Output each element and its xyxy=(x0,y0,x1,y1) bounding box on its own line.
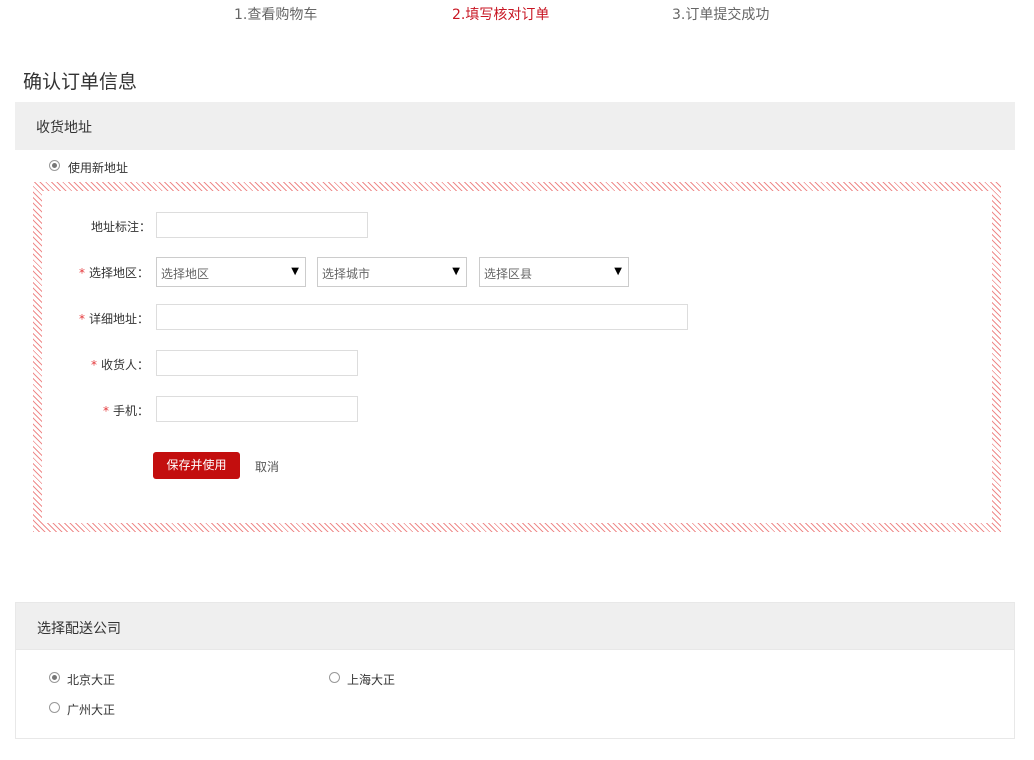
phone-input[interactable] xyxy=(156,396,358,422)
shipping-label-beijing[interactable]: 北京大正 xyxy=(67,671,115,688)
checkout-steps: 1.查看购物车 2.填写核对订单 3.订单提交成功 xyxy=(0,4,1034,23)
shipping-label-guangzhou[interactable]: 广州大正 xyxy=(67,701,115,718)
page-title: 确认订单信息 xyxy=(23,71,138,93)
alias-label: 地址标注： xyxy=(91,220,152,234)
cancel-link[interactable]: 取消 xyxy=(255,458,279,475)
chevron-down-icon: ▼ xyxy=(452,266,460,277)
required-mark: * xyxy=(103,404,109,418)
district-select-value: 选择区县 xyxy=(484,267,533,281)
province-select-value: 选择地区 xyxy=(161,267,210,281)
address-section-header: 收货地址 xyxy=(15,102,1015,150)
city-select[interactable]: 选择城市 ▼ xyxy=(317,257,467,287)
required-mark: * xyxy=(79,266,85,280)
shipping-section-header: 选择配送公司 xyxy=(15,602,1015,650)
shipping-label-shanghai[interactable]: 上海大正 xyxy=(347,671,395,688)
detail-address-input[interactable] xyxy=(156,304,688,330)
step-view-cart: 1.查看购物车 xyxy=(234,7,318,23)
shipping-options-panel xyxy=(15,649,1015,739)
address-section-title: 收货地址 xyxy=(36,120,92,136)
step-order-submitted: 3.订单提交成功 xyxy=(672,7,770,23)
required-mark: * xyxy=(79,312,85,326)
region-label: * 选择地区： xyxy=(79,266,150,280)
phone-label: * 手机： xyxy=(103,404,150,418)
city-select-value: 选择城市 xyxy=(322,267,371,281)
detail-address-label: * 详细地址： xyxy=(79,312,150,326)
receiver-label: * 收货人： xyxy=(91,358,150,372)
new-address-label[interactable]: 使用新地址 xyxy=(68,159,128,176)
required-mark: * xyxy=(91,358,97,372)
shipping-radio-beijing[interactable] xyxy=(49,672,60,683)
save-and-use-button[interactable]: 保存并使用 xyxy=(153,452,240,479)
shipping-radio-guangzhou[interactable] xyxy=(49,702,60,713)
receiver-input[interactable] xyxy=(156,350,358,376)
chevron-down-icon: ▼ xyxy=(291,266,299,277)
district-select[interactable]: 选择区县 ▼ xyxy=(479,257,629,287)
alias-input[interactable] xyxy=(156,212,368,238)
new-address-radio[interactable] xyxy=(49,160,60,171)
chevron-down-icon: ▼ xyxy=(614,266,622,277)
shipping-section-title: 选择配送公司 xyxy=(37,621,121,637)
province-select[interactable]: 选择地区 ▼ xyxy=(156,257,306,287)
step-fill-order: 2.填写核对订单 xyxy=(452,7,550,23)
shipping-radio-shanghai[interactable] xyxy=(329,672,340,683)
